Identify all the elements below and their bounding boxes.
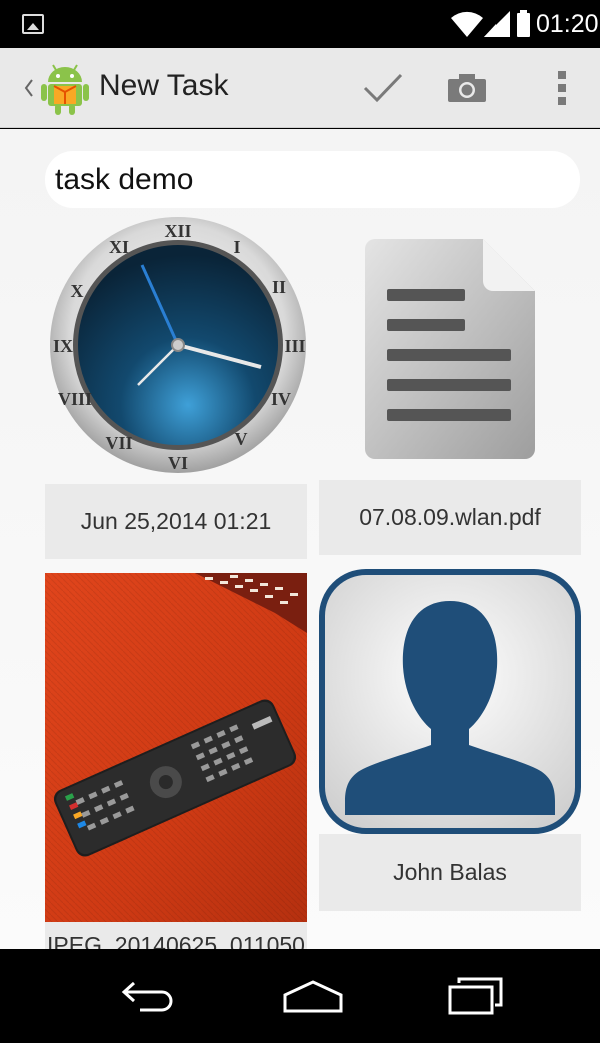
photo-label-text: IPEG_20140625_011050 (47, 932, 305, 949)
contact-attachment[interactable]: John Balas (319, 569, 581, 911)
task-editor: XII I II III IV V VI VII VIII IX X XI Ju… (0, 129, 600, 949)
battery-icon (517, 10, 530, 37)
photo-attachment[interactable]: IPEG_20140625_011050 (45, 573, 307, 949)
check-icon (363, 73, 403, 103)
status-clock: 01:20 (536, 10, 599, 38)
contact-label: John Balas (319, 834, 581, 911)
document-icon (365, 239, 535, 459)
action-bar: New Task (0, 48, 600, 128)
page-title: New Task (99, 69, 229, 102)
overflow-menu-icon (558, 71, 566, 105)
reminder-attachment[interactable]: XII I II III IV V VI VII VIII IX X XI Ju… (45, 217, 307, 559)
svg-text:VII: VII (105, 433, 132, 453)
file-label: 07.08.09.wlan.pdf (319, 480, 581, 555)
home-button[interactable] (268, 971, 358, 1021)
navigation-bar (0, 949, 600, 1043)
file-attachment[interactable]: 07.08.09.wlan.pdf (319, 217, 581, 559)
overflow-menu-button[interactable] (527, 48, 597, 128)
recents-button[interactable] (430, 971, 520, 1021)
svg-text:V: V (235, 429, 248, 449)
up-caret-icon[interactable] (24, 78, 34, 98)
home-icon (283, 980, 343, 1013)
svg-text:XII: XII (164, 221, 191, 241)
status-bar: 01:20 (0, 0, 600, 48)
camera-button[interactable] (432, 48, 502, 128)
camera-icon (448, 74, 486, 102)
recents-icon (448, 977, 503, 1015)
reminder-label: Jun 25,2014 01:21 (45, 484, 307, 559)
back-icon (121, 981, 173, 1012)
contact-avatar-icon (319, 569, 581, 834)
svg-text:IV: IV (271, 389, 291, 409)
svg-text:IX: IX (53, 336, 73, 356)
svg-text:III: III (284, 336, 305, 356)
svg-text:X: X (71, 281, 84, 301)
svg-text:XI: XI (109, 237, 129, 257)
task-title-input[interactable] (45, 151, 580, 208)
svg-text:II: II (272, 277, 286, 297)
back-button[interactable] (105, 971, 195, 1021)
image-notification-icon (22, 14, 44, 34)
clock-icon: XII I II III IV V VI VII VIII IX X XI (50, 217, 306, 473)
save-button[interactable] (348, 48, 418, 128)
svg-text:I: I (233, 237, 240, 257)
signal-icon (484, 11, 510, 37)
svg-text:VI: VI (168, 453, 188, 473)
wifi-icon (451, 11, 483, 38)
photo-label: IPEG_20140625_011050 (45, 922, 307, 949)
photo-thumbnail (45, 573, 307, 922)
svg-text:VIII: VIII (58, 389, 92, 409)
android-app-icon[interactable] (40, 62, 90, 116)
